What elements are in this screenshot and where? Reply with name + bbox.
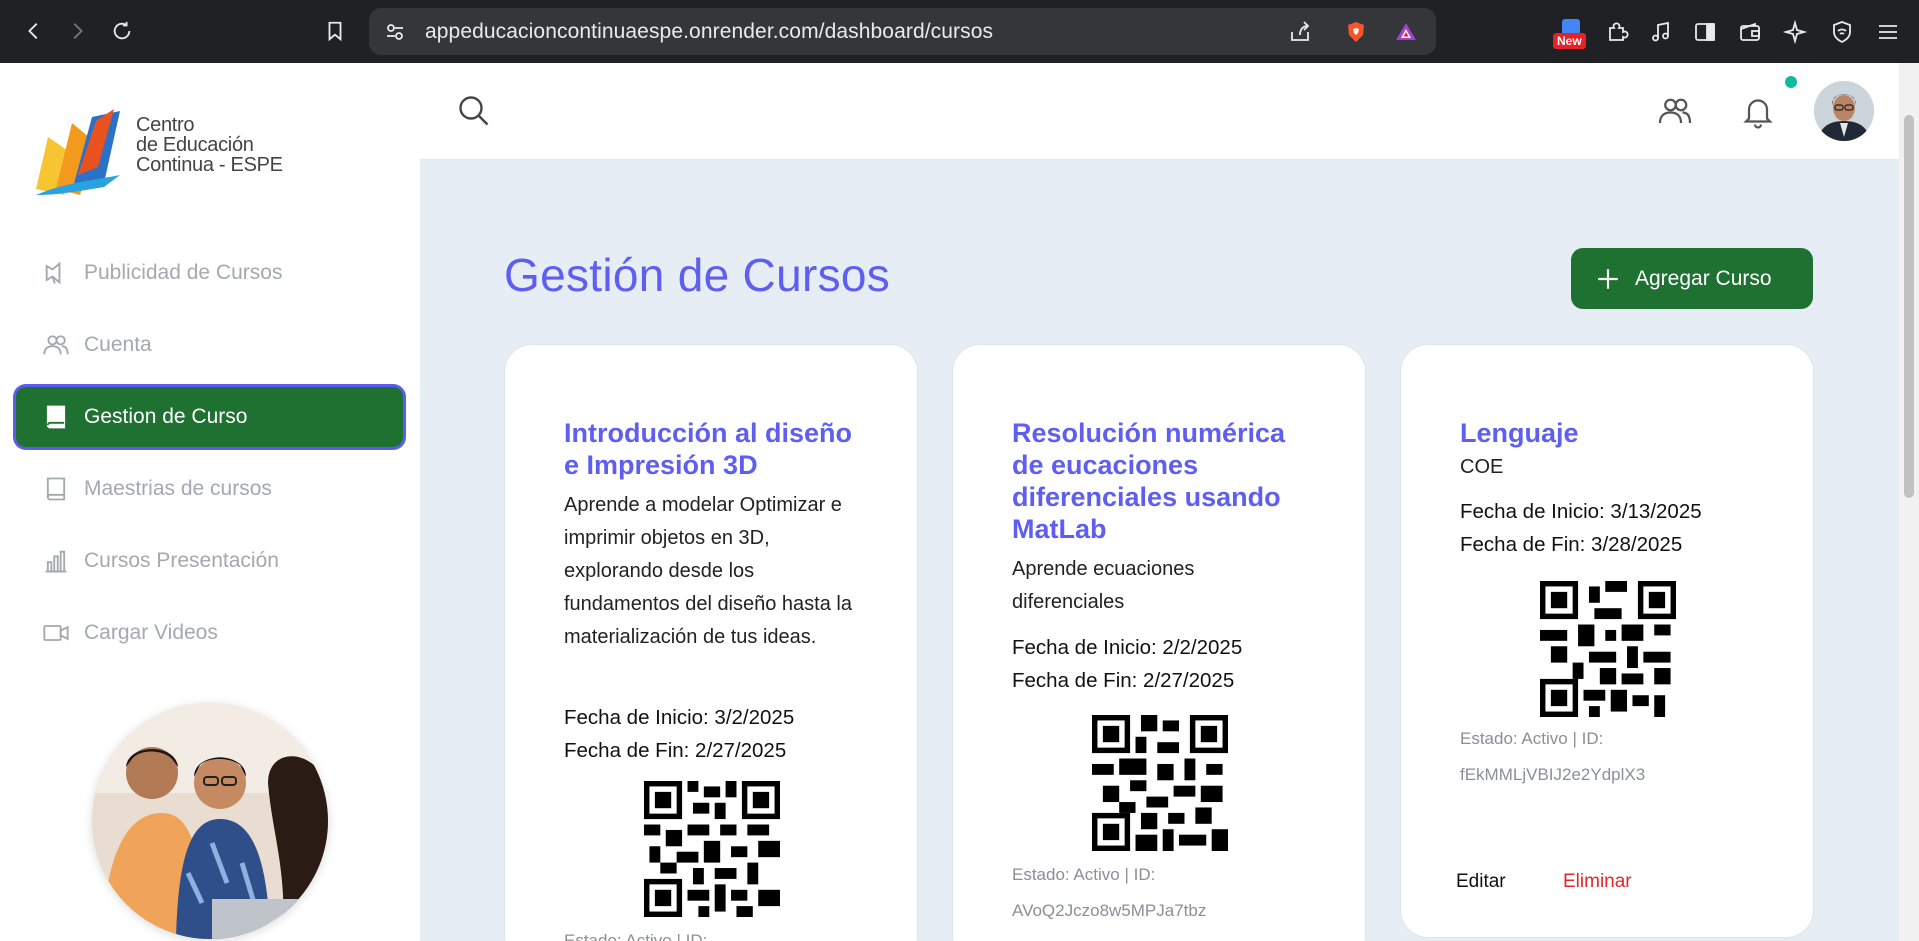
course-status-text: Estado: Activo | ID: xyxy=(564,931,708,941)
sidebar-item-label: Maestrias de cursos xyxy=(84,477,272,500)
sidebar-item-label: Cursos Presentación xyxy=(84,549,279,572)
delete-button[interactable]: Eliminar xyxy=(1563,871,1632,893)
menu-icon[interactable] xyxy=(1874,18,1902,46)
plus-icon xyxy=(1598,268,1618,289)
users-icon xyxy=(43,335,69,355)
course-id: fEkMMLjVBIJ2e2YdplX3 xyxy=(1460,765,1646,784)
scrollbar-thumb[interactable] xyxy=(1904,115,1914,498)
book-icon xyxy=(46,405,66,429)
share-icon[interactable] xyxy=(1288,20,1312,44)
new-badge: New xyxy=(1553,33,1586,49)
sidebar-item-label: Gestion de Curso xyxy=(84,405,248,428)
vpn-shield-icon[interactable] xyxy=(1828,18,1856,46)
leo-ai-icon[interactable] xyxy=(1781,18,1809,46)
bell-icon[interactable] xyxy=(1740,93,1776,129)
course-title: Introducción al diseño e Impresión 3D xyxy=(564,418,853,480)
scrollbar[interactable] xyxy=(1899,63,1919,941)
qr-code xyxy=(1540,581,1676,717)
music-icon[interactable] xyxy=(1647,18,1675,46)
book-icon xyxy=(46,477,66,501)
sidebar-item-maestrias[interactable]: Maestrias de cursos xyxy=(16,459,403,519)
course-title: Lenguaje xyxy=(1460,418,1579,448)
reload-icon[interactable] xyxy=(105,14,139,48)
course-start-date: Fecha de Inicio: 3/13/2025 xyxy=(1460,500,1702,523)
course-status: Estado: Activo | ID: fEkMMLjVBIJ2e2YdplX… xyxy=(1460,721,1645,793)
course-status-text: Estado: Activo | ID: xyxy=(1012,865,1156,884)
bookmark-icon[interactable] xyxy=(318,14,352,48)
top-header xyxy=(420,63,1899,160)
logo-mark-icon xyxy=(36,109,120,195)
course-card: Lenguaje COE Fecha de Inicio: 3/13/2025 … xyxy=(1400,344,1814,938)
sidebar-item-cargar-videos[interactable]: Cargar Videos xyxy=(16,603,403,663)
course-start-date: Fecha de Inicio: 3/2/2025 xyxy=(564,706,795,729)
sidebar-item-cuenta[interactable]: Cuenta xyxy=(16,315,403,375)
sidebar: Centro de Educación Continua - ESPE Publ… xyxy=(0,63,420,941)
sidebar-item-gestion-de-curso[interactable]: Gestion de Curso xyxy=(16,387,403,447)
course-id: AVoQ2Jczo8w5MPJa7tbz xyxy=(1012,901,1207,920)
course-status-text: Estado: Activo | ID: xyxy=(1460,729,1604,748)
bar-chart-icon xyxy=(45,550,67,573)
site-settings-icon[interactable] xyxy=(383,20,407,44)
logo[interactable]: Centro de Educación Continua - ESPE xyxy=(34,103,314,195)
course-end-date: Fecha de Fin: 2/27/2025 xyxy=(564,739,787,762)
course-description: Aprende ecuaciones diferenciales xyxy=(1012,558,1195,613)
video-icon xyxy=(43,625,69,641)
sidebar-item-label: Publicidad de Cursos xyxy=(84,261,283,284)
course-status: Estado: Activo | ID: AVoQ2Jczo8w5MPJa7tb… xyxy=(1012,857,1206,929)
add-course-button[interactable]: Agregar Curso xyxy=(1571,248,1813,309)
course-title: Resolución numérica de eucaciones difere… xyxy=(1012,418,1286,544)
students-photo xyxy=(92,703,328,939)
course-status: Estado: Activo | ID: xyxy=(564,923,707,941)
sidebar-item-label: Cuenta xyxy=(84,333,152,356)
users-icon[interactable] xyxy=(1657,93,1693,129)
browser-toolbar: appeducacioncontinuaespe.onrender.com/da… xyxy=(0,0,1919,63)
qr-code xyxy=(1092,715,1228,851)
brave-rewards-icon[interactable] xyxy=(1394,20,1418,44)
sidebar-item-cursos-presentacion[interactable]: Cursos Presentación xyxy=(16,531,403,591)
extensions-puzzle-icon[interactable] xyxy=(1603,18,1631,46)
main-content: Gestión de Cursos Agregar Curso Introduc… xyxy=(420,160,1899,941)
url-text[interactable]: appeducacioncontinuaespe.onrender.com/da… xyxy=(425,20,993,44)
add-course-label: Agregar Curso xyxy=(1635,266,1772,290)
sidebar-toggle-icon[interactable] xyxy=(1691,18,1719,46)
course-description: COE xyxy=(1460,456,1504,478)
megaphone-icon xyxy=(45,261,61,285)
course-description: Aprende a modelar Optimizar e imprimir o… xyxy=(564,494,852,648)
forward-icon[interactable] xyxy=(60,14,94,48)
logo-line-3: Continua - ESPE xyxy=(136,154,283,176)
back-icon[interactable] xyxy=(17,14,51,48)
search-icon[interactable] xyxy=(456,93,492,129)
course-start-date: Fecha de Inicio: 2/2/2025 xyxy=(1012,636,1243,659)
address-bar[interactable]: appeducacioncontinuaespe.onrender.com/da… xyxy=(369,8,1436,55)
qr-code xyxy=(644,781,780,917)
logo-line-2: de Educación xyxy=(136,134,254,156)
course-card: Resolución numérica de eucaciones difere… xyxy=(952,344,1366,941)
brave-shield-icon[interactable] xyxy=(1344,20,1368,44)
avatar[interactable] xyxy=(1814,81,1874,141)
sidebar-item-publicidad[interactable]: Publicidad de Cursos xyxy=(16,243,403,303)
page-title: Gestión de Cursos xyxy=(504,249,891,301)
logo-text: Centro de Educación Continua - ESPE xyxy=(136,115,283,175)
course-card: Introducción al diseño e Impresión 3D Ap… xyxy=(504,344,918,941)
wallet-icon[interactable] xyxy=(1736,18,1764,46)
notification-dot xyxy=(1785,76,1797,88)
edit-button[interactable]: Editar xyxy=(1456,871,1506,893)
course-end-date: Fecha de Fin: 3/28/2025 xyxy=(1460,533,1683,556)
sidebar-item-label: Cargar Videos xyxy=(84,621,218,644)
logo-line-1: Centro xyxy=(136,114,195,136)
course-end-date: Fecha de Fin: 2/27/2025 xyxy=(1012,669,1235,692)
